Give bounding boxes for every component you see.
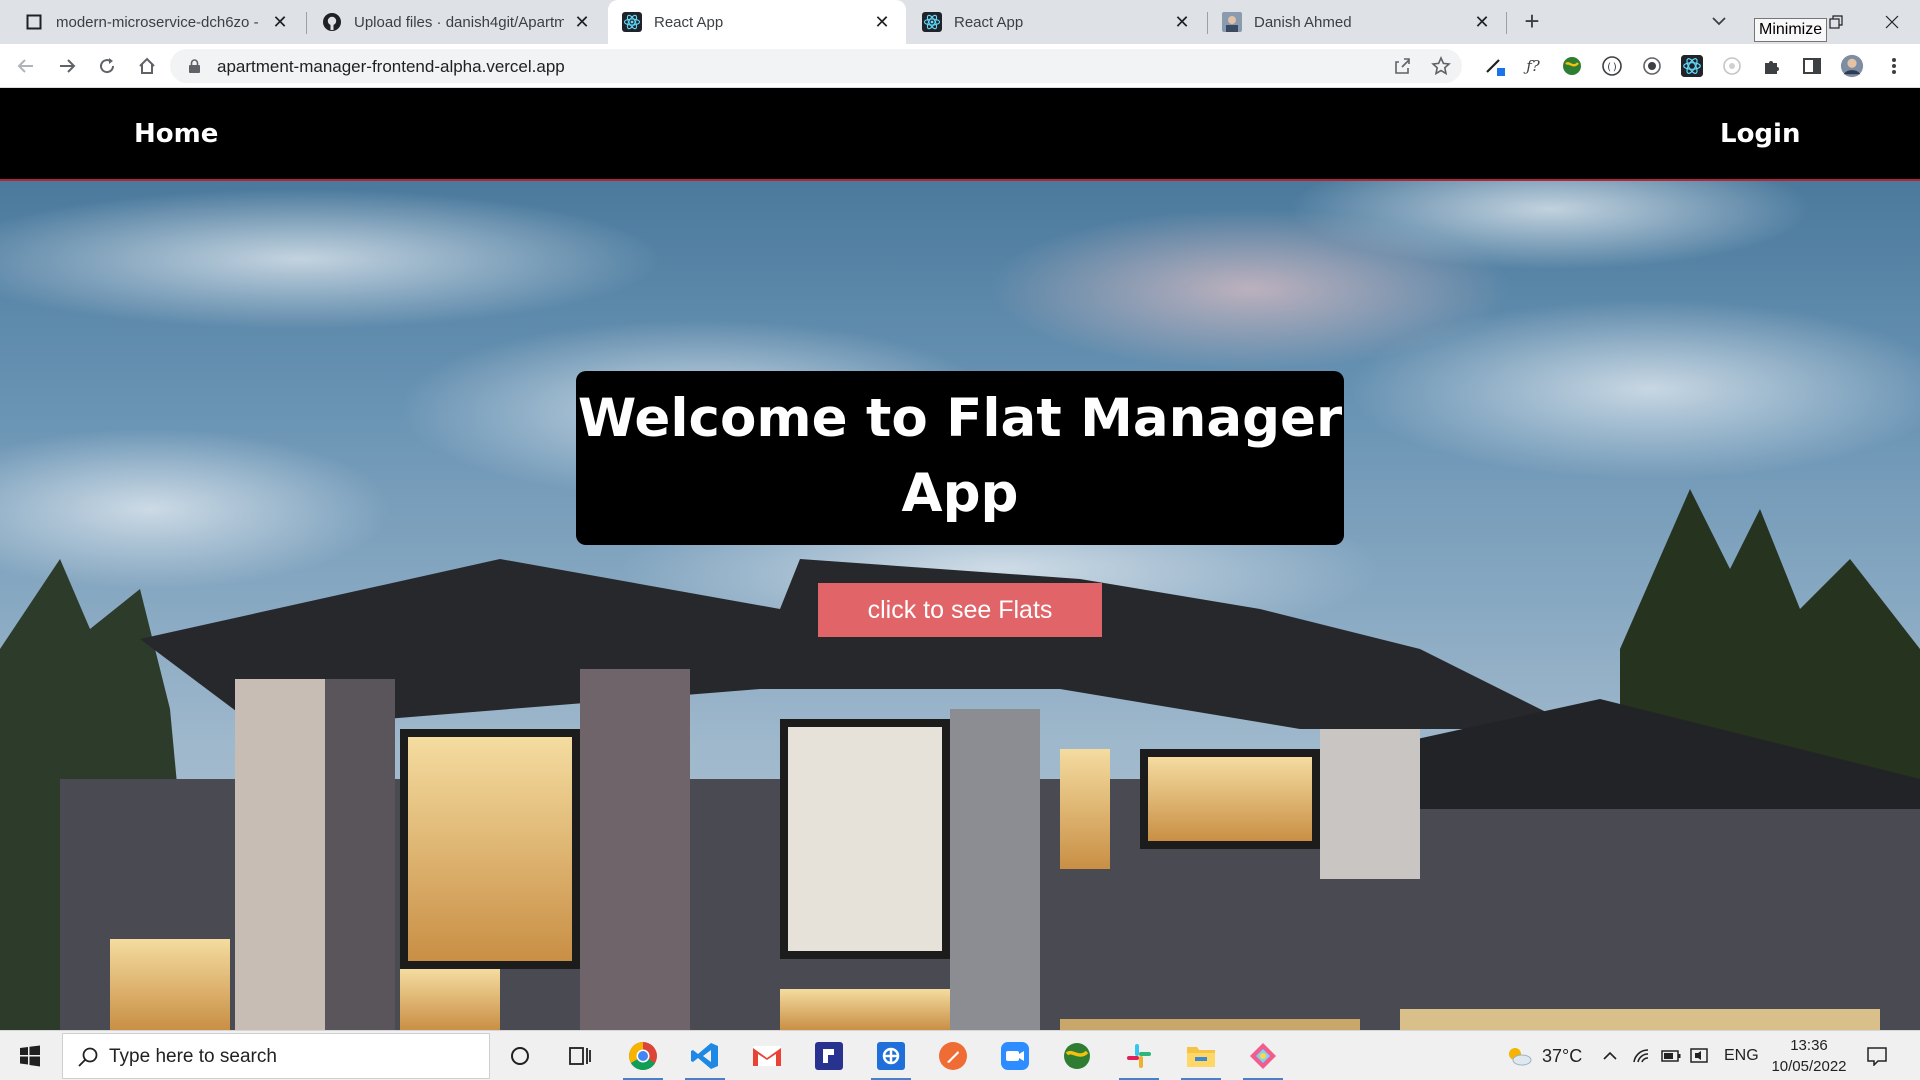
tab-search-icon[interactable] <box>1706 8 1732 34</box>
extensions-puzzle-icon[interactable] <box>1760 54 1784 78</box>
search-icon <box>78 1047 98 1067</box>
language-indicator[interactable]: ENG <box>1724 1031 1759 1080</box>
pen-extension-icon[interactable] <box>1483 54 1507 78</box>
windows-taskbar: Type here to search 37°C ENG 13:36 10/05… <box>0 1030 1920 1080</box>
react-icon <box>922 12 942 32</box>
svg-text:(): () <box>1606 62 1618 73</box>
house-hero-image <box>0 89 1920 1030</box>
taskbar-search-input[interactable]: Type here to search <box>62 1033 490 1079</box>
screen: modern-microservice-dch6zo - C ✕ Upload … <box>0 0 1920 1080</box>
back-button[interactable] <box>10 50 42 82</box>
cortana-icon[interactable] <box>500 1036 540 1076</box>
windows-start-icon[interactable] <box>0 1031 60 1080</box>
show-hidden-icons-icon[interactable] <box>1602 1031 1618 1080</box>
gmail-icon[interactable] <box>747 1036 787 1076</box>
task-view-icon[interactable] <box>560 1036 600 1076</box>
profile-icon <box>1222 12 1242 32</box>
tab-separator <box>1506 12 1507 34</box>
tab-title: Upload files · danish4git/Apartme <box>354 13 564 31</box>
bookmark-star-icon[interactable] <box>1431 56 1451 76</box>
app-icon[interactable] <box>871 1036 911 1080</box>
app-icon[interactable] <box>1243 1036 1283 1080</box>
forward-button[interactable] <box>51 50 83 82</box>
close-window-button[interactable] <box>1864 0 1920 44</box>
see-flats-button[interactable]: click to see Flats <box>818 583 1102 637</box>
side-panel-icon[interactable] <box>1800 54 1824 78</box>
new-tab-button[interactable]: + <box>1518 8 1546 36</box>
tab-title: Danish Ahmed <box>1254 13 1352 31</box>
nav-login-link[interactable]: Login <box>1720 119 1800 149</box>
url-text: apartment-manager-frontend-alpha.vercel.… <box>217 57 565 76</box>
close-icon[interactable]: ✕ <box>872 12 892 32</box>
zoom-icon[interactable] <box>995 1036 1035 1076</box>
wifi-icon[interactable] <box>1632 1031 1650 1080</box>
weather-temp: 37°C <box>1542 1045 1583 1066</box>
tab-github[interactable]: Upload files · danish4git/Apartme ✕ <box>308 0 606 44</box>
close-icon[interactable]: ✕ <box>1472 12 1492 32</box>
nav-home-link[interactable]: Home <box>134 119 218 149</box>
postman-icon[interactable] <box>933 1036 973 1076</box>
react-devtools-icon[interactable] <box>1680 54 1704 78</box>
lock-icon[interactable] <box>188 59 201 79</box>
tab-danish-ahmed[interactable]: Danish Ahmed ✕ <box>1208 0 1506 44</box>
clock-time: 13:36 <box>1790 1037 1828 1054</box>
close-icon[interactable]: ✕ <box>1172 12 1192 32</box>
clock-date: 10/05/2022 <box>1771 1058 1847 1075</box>
browser-tab-strip: modern-microservice-dch6zo - C ✕ Upload … <box>0 0 1920 44</box>
file-explorer-icon[interactable] <box>1181 1036 1221 1080</box>
page-icon <box>24 12 44 32</box>
welcome-heading: Welcome to Flat Manager App <box>576 371 1344 545</box>
battery-icon[interactable] <box>1660 1031 1682 1080</box>
web-page: Home Login Welcome to Flat Manager App c… <box>0 89 1920 1030</box>
share-icon[interactable] <box>1392 56 1412 76</box>
record-extension-icon[interactable] <box>1640 54 1664 78</box>
reload-button[interactable] <box>91 50 123 82</box>
tab-title: modern-microservice-dch6zo - C <box>56 13 262 31</box>
weather-icon <box>1509 1048 1532 1066</box>
close-icon[interactable]: ✕ <box>572 12 592 32</box>
chrome-menu-icon[interactable] <box>1882 54 1906 78</box>
tab-title: React App <box>654 13 724 31</box>
minimize-tooltip: Minimize <box>1754 18 1828 42</box>
vscode-icon[interactable] <box>685 1036 725 1080</box>
search-placeholder: Type here to search <box>109 1046 277 1067</box>
globe-extension-icon[interactable] <box>1560 54 1584 78</box>
redux-extension-icon[interactable] <box>1720 54 1744 78</box>
notifications-icon[interactable] <box>1866 1031 1888 1080</box>
tab-react-app[interactable]: React App ✕ <box>908 0 1206 44</box>
code-extension-icon[interactable]: () <box>1600 54 1624 78</box>
site-navbar: Home Login <box>0 89 1920 181</box>
tab-title: React App <box>954 13 1024 31</box>
taskbar-clock[interactable]: 13:36 10/05/2022 <box>1764 1035 1854 1077</box>
browser-toolbar: apartment-manager-frontend-alpha.vercel.… <box>0 44 1920 88</box>
tab-react-app-active[interactable]: React App ✕ <box>608 0 906 44</box>
tab-codesandbox[interactable]: modern-microservice-dch6zo - C ✕ <box>0 0 304 44</box>
address-bar[interactable]: apartment-manager-frontend-alpha.vercel.… <box>170 49 1462 83</box>
app-icon[interactable] <box>809 1036 849 1076</box>
weather-widget[interactable]: 37°C <box>1506 1031 1582 1080</box>
tab-separator <box>306 12 307 34</box>
profile-avatar[interactable] <box>1840 54 1864 78</box>
formula-extension-icon[interactable]: ƒ? <box>1521 54 1545 78</box>
close-icon[interactable]: ✕ <box>270 12 290 32</box>
home-button[interactable] <box>131 50 163 82</box>
react-icon <box>622 12 642 32</box>
volume-icon[interactable] <box>1690 1031 1710 1080</box>
app-icon[interactable] <box>1057 1036 1097 1076</box>
github-icon <box>322 12 342 32</box>
slack-icon[interactable] <box>1119 1036 1159 1080</box>
chrome-icon[interactable] <box>623 1036 663 1080</box>
